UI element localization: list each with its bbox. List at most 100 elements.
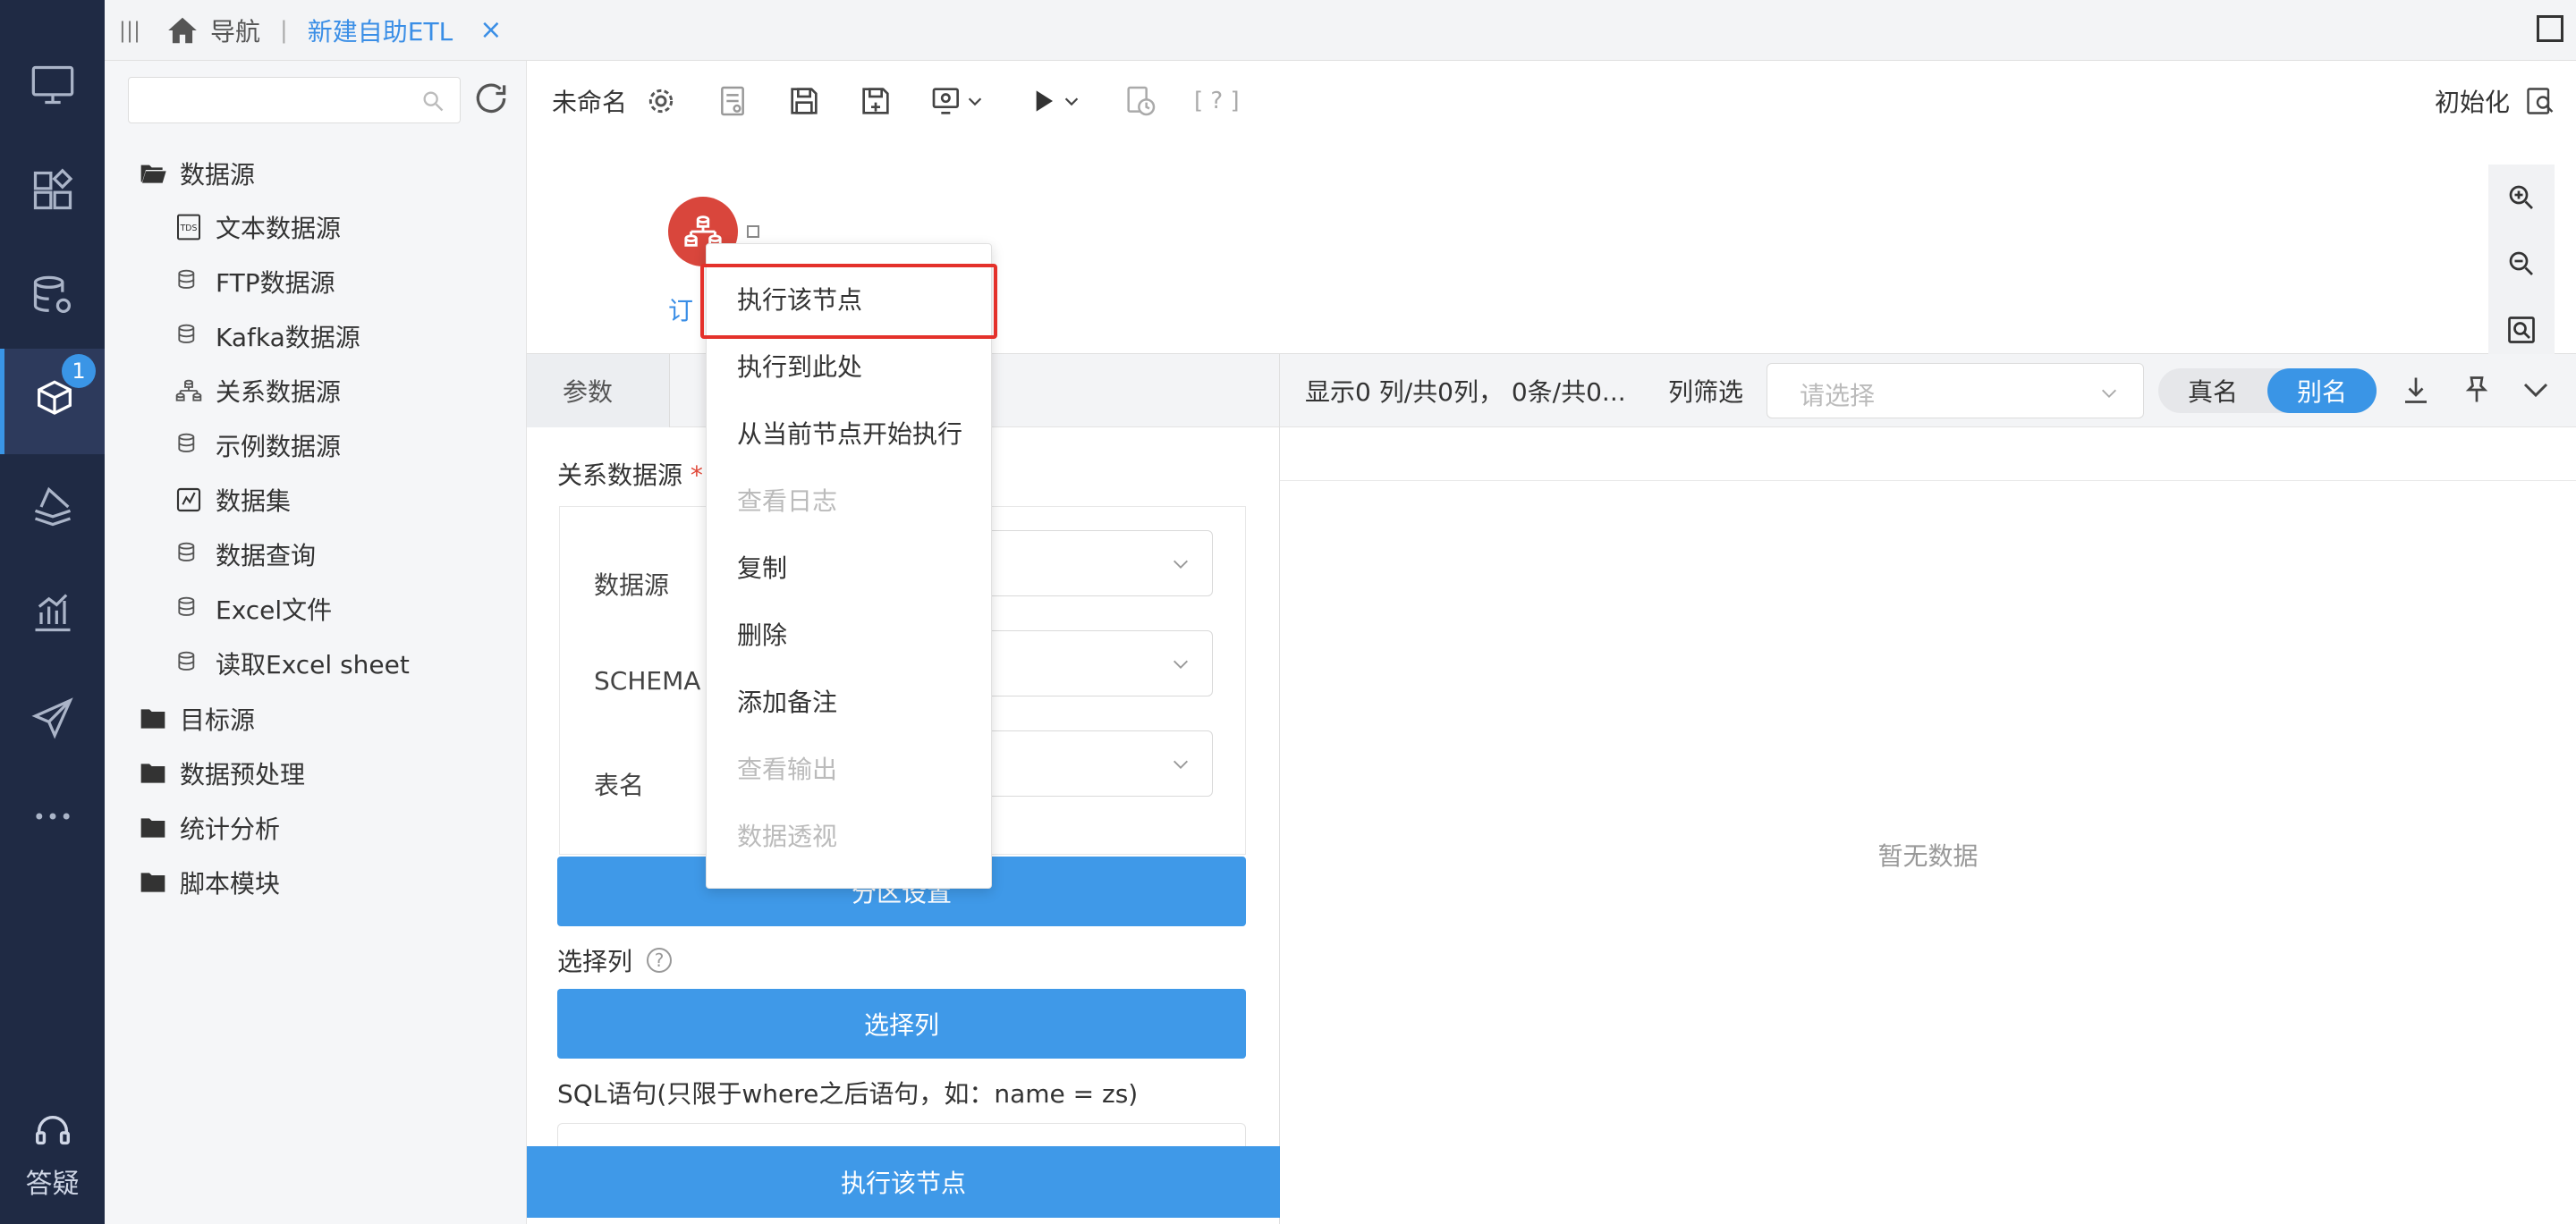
rail-item-desktop[interactable]	[0, 32, 105, 138]
field-label-datasource: 数据源	[594, 570, 670, 600]
save-icon	[791, 88, 818, 114]
rail-item-data-settings[interactable]	[0, 243, 105, 349]
column-filter-select[interactable]: 请选择	[1767, 363, 2144, 418]
folder-icon	[140, 873, 165, 892]
home-label: 导航	[210, 16, 261, 46]
rail-item-more[interactable]	[0, 764, 105, 869]
tab-params[interactable]: 参数	[527, 354, 670, 427]
folder-icon	[140, 764, 165, 783]
etl-name[interactable]: 未命名	[552, 83, 627, 119]
folder-open-icon	[140, 165, 166, 183]
tab-bar: ||| 导航 | 新建自助ETL ×	[105, 0, 2576, 61]
column-filter-placeholder: 请选择	[1800, 381, 1876, 410]
tree-item-excel-sheet[interactable]: 读取Excel sheet	[174, 646, 410, 681]
column-filter-label: 列筛选	[1668, 376, 1744, 407]
ctx-run-to-here[interactable]: 执行到此处	[707, 333, 991, 399]
tree-item-dataset[interactable]: 数据集	[174, 482, 291, 518]
grid-apps-icon	[33, 168, 72, 210]
preview-search-icon[interactable]	[2524, 85, 2556, 117]
rail-item-analysis[interactable]	[0, 560, 105, 665]
tab-new-etl[interactable]: 新建自助ETL	[308, 13, 453, 48]
init-button[interactable]: 初始化	[2435, 83, 2510, 119]
zoom-fit-button[interactable]	[2488, 297, 2555, 363]
zoom-out-button[interactable]	[2488, 231, 2555, 297]
name-alias-toggle[interactable]: 真名 别名	[2158, 368, 2377, 413]
required-mark: *	[690, 460, 703, 490]
properties-button[interactable]	[715, 83, 750, 119]
rail-item-publish[interactable]	[0, 665, 105, 771]
etl-toolbar: 未命名 [ ? ] 初始化	[527, 61, 2576, 141]
monitor-gear-icon	[932, 88, 960, 114]
ctx-run-node[interactable]: 执行该节点	[707, 266, 991, 332]
relation-icon	[175, 379, 202, 401]
maximize-icon[interactable]	[2537, 15, 2563, 42]
tree-item-kafka-datasource[interactable]: Kafka数据源	[174, 318, 360, 354]
ctx-view-log: 查看日志	[737, 486, 838, 516]
tree-item-excel-file[interactable]: Excel文件	[174, 591, 332, 627]
ctx-run-from-here[interactable]: 从当前节点开始执行	[707, 400, 991, 466]
refresh-icon[interactable]	[471, 79, 511, 118]
empty-state: 暂无数据	[1877, 841, 1979, 871]
toggle-real-name[interactable]: 真名	[2158, 368, 2267, 413]
tree-folder-datasource[interactable]: 数据源	[139, 156, 255, 191]
zoom-out-icon	[2509, 251, 2533, 275]
tab-close-icon[interactable]: ×	[479, 14, 502, 46]
field-label-table: 表名	[594, 771, 645, 800]
folder-icon	[140, 709, 165, 729]
tree-item-ftp-datasource[interactable]: FTP数据源	[174, 264, 335, 300]
save-as-icon	[862, 88, 889, 114]
save-button[interactable]	[786, 83, 822, 119]
save-as-button[interactable]	[858, 83, 894, 119]
tree-item-data-query[interactable]: 数据查询	[174, 536, 316, 572]
play-icon	[1036, 90, 1054, 112]
download-icon[interactable]	[2400, 374, 2432, 406]
menu-toggle[interactable]: |||	[112, 18, 148, 43]
result-info: 显示0 列/共0列， 0条/共0...	[1305, 376, 1626, 407]
layers-icon	[34, 486, 71, 527]
run-dropdown[interactable]	[1026, 83, 1087, 119]
tree-item-text-datasource[interactable]: TDS 文本数据源	[174, 209, 341, 245]
tree-item-relational-datasource[interactable]: 关系数据源	[174, 373, 341, 409]
database-icon	[178, 596, 195, 616]
run-settings-dropdown[interactable]	[929, 83, 990, 119]
help-bracket-icon[interactable]: [ ? ]	[1194, 88, 1240, 114]
database-icon	[178, 542, 195, 561]
tab-separator: |	[280, 16, 288, 44]
ctx-pivot: 数据透视	[737, 822, 838, 851]
node-context-menu: 执行该节点 执行到此处 从当前节点开始执行 查看日志 复制 删除 添加备注 查看…	[706, 243, 992, 889]
search-icon	[423, 91, 444, 112]
help-label: 答疑	[25, 1169, 80, 1200]
node-label: 订	[668, 296, 694, 325]
tree-folder-script[interactable]: 脚本模块	[139, 865, 280, 900]
chevron-down-icon	[1174, 760, 1188, 769]
rail-item-etl[interactable]: 1	[0, 349, 105, 454]
settings-button[interactable]	[643, 83, 679, 119]
ctx-delete[interactable]: 删除	[707, 601, 991, 667]
zoom-controls	[2488, 165, 2555, 354]
help-question-icon[interactable]: ?	[647, 948, 673, 973]
help-button[interactable]: 答疑	[0, 1110, 105, 1201]
run-node-button[interactable]: 执行该节点	[527, 1146, 1280, 1218]
select-columns-button[interactable]: 选择列	[557, 989, 1246, 1059]
section-title: 关系数据源 *	[557, 460, 703, 490]
left-rail: 1 答疑	[0, 0, 105, 1224]
zoom-in-button[interactable]	[2488, 165, 2555, 231]
collapse-chevron-icon[interactable]	[2520, 374, 2552, 406]
rail-badge: 1	[62, 354, 96, 388]
ctx-copy[interactable]: 复制	[707, 534, 991, 600]
tree-folder-statistics[interactable]: 统计分析	[139, 810, 280, 846]
rail-item-apps[interactable]	[0, 138, 105, 243]
ctx-add-note[interactable]: 添加备注	[707, 668, 991, 734]
tree-search-input[interactable]	[128, 77, 461, 123]
tree-folder-target[interactable]: 目标源	[139, 701, 255, 737]
tree-folder-preprocess[interactable]: 数据预处理	[139, 756, 305, 791]
toggle-alias[interactable]: 别名	[2267, 368, 2377, 413]
database-icon	[178, 324, 195, 343]
schedule-button[interactable]	[1123, 83, 1158, 119]
node-connector-handle[interactable]	[747, 225, 759, 238]
tree-item-sample-datasource[interactable]: 示例数据源	[174, 427, 341, 463]
rail-item-model[interactable]	[0, 454, 105, 560]
nav-home-tab[interactable]: 导航	[165, 13, 260, 48]
pin-icon[interactable]	[2461, 374, 2493, 406]
chevron-down-icon	[1174, 660, 1188, 669]
